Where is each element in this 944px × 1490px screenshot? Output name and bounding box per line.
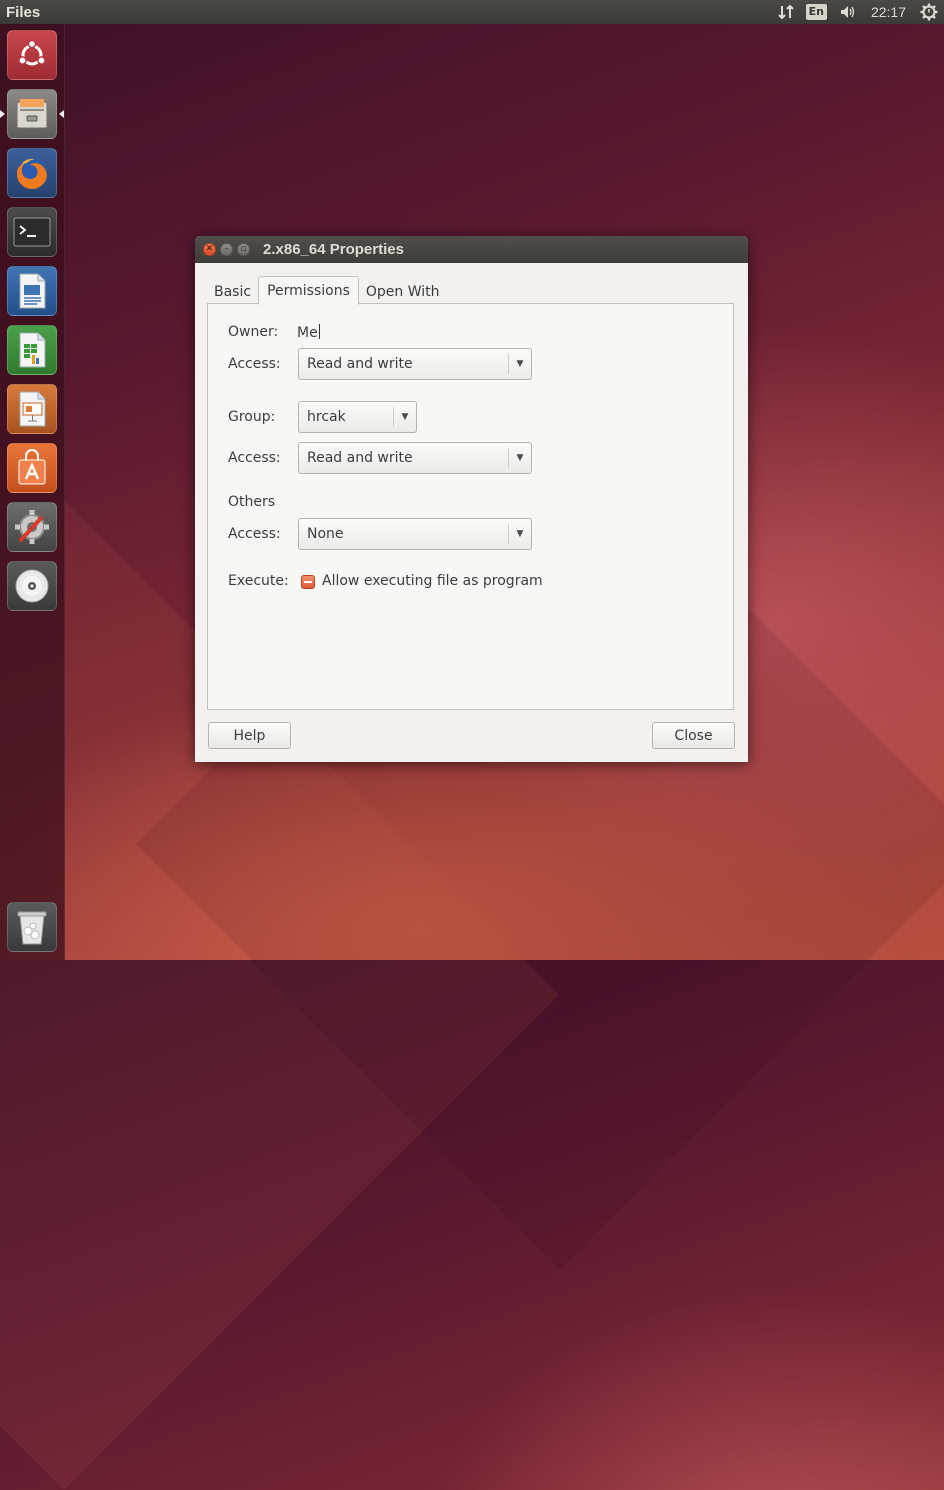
group-access-dropdown[interactable]: Read and write ▼	[298, 442, 532, 474]
owner-access-value: Read and write	[307, 356, 413, 372]
tab-open-with[interactable]: Open With	[359, 280, 447, 304]
help-button[interactable]: Help	[208, 722, 291, 749]
keyboard-layout-label: En	[805, 4, 827, 20]
maximize-window-icon[interactable]: ▫	[237, 243, 250, 256]
tab-permissions[interactable]: Permissions	[258, 276, 359, 305]
keyboard-layout-indicator[interactable]: En	[800, 0, 833, 24]
dvd-icon[interactable]	[7, 561, 57, 611]
libreoffice-impress-icon[interactable]	[7, 384, 57, 434]
group-access-value: Read and write	[307, 450, 413, 466]
clock[interactable]: 22:17	[863, 0, 914, 24]
close-window-icon[interactable]: ✕	[203, 243, 216, 256]
others-access-dropdown[interactable]: None ▼	[298, 518, 532, 550]
ubuntu-dash-icon[interactable]	[7, 30, 57, 80]
execute-checkbox[interactable]	[301, 575, 315, 589]
owner-value-text: Me	[297, 325, 318, 341]
files-icon[interactable]	[7, 89, 57, 139]
close-button[interactable]: Close	[652, 722, 735, 749]
indeterminate-dash-icon	[304, 581, 312, 583]
chevron-down-icon: ▼	[516, 453, 524, 463]
properties-dialog: ✕ – ▫ 2.x86_64 Properties Basic Permissi…	[195, 236, 748, 762]
trash-icon[interactable]	[7, 902, 57, 952]
text-cursor	[318, 324, 320, 339]
app-title: Files	[6, 3, 41, 21]
network-transfer-icon[interactable]	[772, 0, 800, 24]
group-access-label: Access:	[228, 450, 281, 466]
execute-checkbox-label[interactable]: Allow executing file as program	[322, 573, 543, 589]
libreoffice-calc-icon[interactable]	[7, 325, 57, 375]
chevron-down-icon: ▼	[401, 412, 409, 422]
gear-power-icon[interactable]	[914, 0, 944, 24]
system-settings-icon[interactable]	[7, 502, 57, 552]
others-label: Others	[228, 494, 276, 510]
owner-value[interactable]: Me	[297, 324, 320, 341]
others-access-value: None	[307, 526, 344, 542]
top-panel: Files En 22:17	[0, 0, 944, 24]
minimize-window-icon[interactable]: –	[220, 243, 233, 256]
dialog-titlebar[interactable]: ✕ – ▫ 2.x86_64 Properties	[195, 236, 748, 263]
permissions-panel: Owner: Me Access: Read and write ▼ Group…	[207, 303, 734, 710]
active-indicator	[59, 110, 64, 118]
group-value: hrcak	[307, 409, 346, 425]
libreoffice-writer-icon[interactable]	[7, 266, 57, 316]
execute-label: Execute:	[228, 573, 289, 589]
tab-bar: Basic Permissions Open With	[207, 276, 447, 305]
owner-access-label: Access:	[228, 356, 281, 372]
tab-basic[interactable]: Basic	[207, 280, 258, 304]
sound-volume-icon[interactable]	[833, 0, 863, 24]
launcher	[0, 24, 65, 960]
software-center-icon[interactable]	[7, 443, 57, 493]
indicator-area: En 22:17	[772, 0, 944, 24]
terminal-icon[interactable]	[7, 207, 57, 257]
group-dropdown[interactable]: hrcak ▼	[298, 401, 417, 433]
running-indicator	[0, 110, 5, 118]
chevron-down-icon: ▼	[516, 529, 524, 539]
dialog-title: 2.x86_64 Properties	[263, 241, 404, 258]
others-access-label: Access:	[228, 526, 281, 542]
owner-label: Owner:	[228, 324, 279, 340]
group-label: Group:	[228, 409, 276, 425]
chevron-down-icon: ▼	[516, 359, 524, 369]
owner-access-dropdown[interactable]: Read and write ▼	[298, 348, 532, 380]
firefox-icon[interactable]	[7, 148, 57, 198]
